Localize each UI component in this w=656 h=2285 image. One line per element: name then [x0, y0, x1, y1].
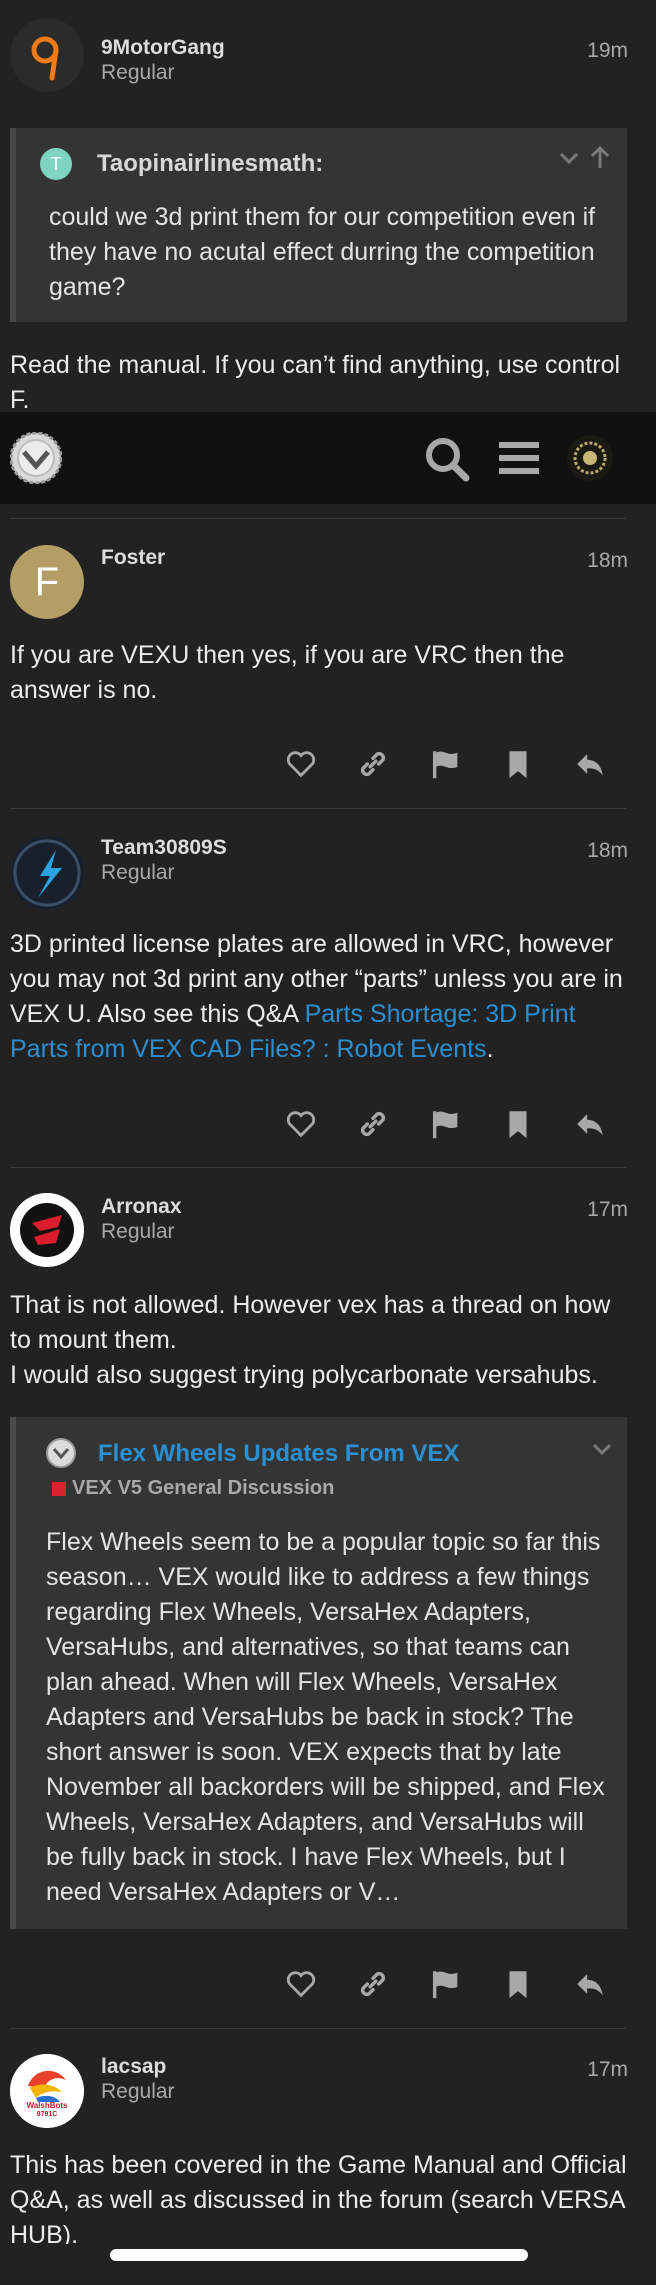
flag-icon[interactable]: [429, 1107, 465, 1143]
post-body: If you are VEXU then yes, if you are VRC…: [10, 641, 565, 704]
site-header: [0, 412, 656, 504]
post-body: That is not allowed. However vex has a t…: [10, 1288, 630, 1393]
post-actions: [0, 747, 656, 791]
post-time[interactable]: 17m: [587, 2058, 628, 2082]
quote-block: T Taopinairlinesmath: could we 3d print …: [10, 128, 627, 322]
site-logo[interactable]: [9, 431, 63, 485]
post-actions: [0, 1107, 656, 1151]
flag-icon[interactable]: [429, 1967, 465, 2003]
username[interactable]: Foster: [101, 546, 165, 570]
bookmark-icon[interactable]: [501, 747, 537, 783]
post-body-line: That is not allowed. However vex has a t…: [10, 1291, 611, 1354]
bookmark-icon[interactable]: [501, 1107, 537, 1143]
reply-icon[interactable]: [573, 1107, 609, 1143]
avatar[interactable]: [10, 18, 84, 92]
user-title: Regular: [101, 61, 175, 84]
post-time[interactable]: 19m: [587, 39, 628, 63]
category-color-square: [52, 1481, 66, 1496]
arrow-up-icon[interactable]: [588, 144, 612, 170]
divider: [10, 1167, 626, 1168]
avatar[interactable]: F: [10, 545, 84, 619]
reply-icon[interactable]: [573, 747, 609, 783]
divider: [10, 518, 626, 519]
avatar-text: 9791C: [36, 2111, 58, 2118]
heart-icon[interactable]: [284, 1107, 320, 1143]
hamburger-menu-icon[interactable]: [499, 440, 539, 476]
chevron-down-icon[interactable]: [557, 146, 581, 170]
category-badge[interactable]: VEX V5 General Discussion: [52, 1477, 334, 1503]
heart-icon[interactable]: [284, 747, 320, 783]
post-body-line: I would also suggest trying polycarbonat…: [10, 1361, 598, 1389]
topic-logo-icon: [46, 1438, 76, 1468]
category-name: VEX V5 General Discussion: [72, 1477, 335, 1499]
post-actions: [0, 1967, 656, 2011]
user-avatar[interactable]: [567, 435, 613, 481]
divider: [10, 2028, 626, 2029]
avatar-text: WalshBots: [26, 2101, 68, 2110]
quote-text: could we 3d print them for our competiti…: [49, 203, 596, 301]
post-time[interactable]: 17m: [587, 1198, 628, 1222]
avatar[interactable]: [10, 836, 84, 910]
avatar[interactable]: WalshBots 9791C: [10, 2054, 84, 2128]
onebox-title[interactable]: Flex Wheels Updates From VEX: [98, 1440, 459, 1468]
user-title: Regular: [101, 2080, 175, 2103]
post-body: Read the manual. If you can’t find anyth…: [10, 351, 621, 412]
post-time[interactable]: 18m: [587, 839, 628, 863]
reply-icon[interactable]: [573, 1967, 609, 2003]
link-icon[interactable]: [356, 747, 392, 783]
flag-icon[interactable]: [429, 747, 465, 783]
username[interactable]: Arronax: [101, 1195, 182, 1219]
avatar[interactable]: [10, 1193, 84, 1267]
link-icon[interactable]: [356, 1107, 392, 1143]
post-body: This has been covered in the Game Manual…: [10, 2151, 627, 2244]
bookmark-icon[interactable]: [501, 1967, 537, 2003]
post-body: 3D printed license plates are allowed in…: [10, 927, 630, 1067]
onebox-excerpt: Flex Wheels seem to be a popular topic s…: [46, 1528, 605, 1906]
post-time[interactable]: 18m: [587, 549, 628, 573]
quote-avatar: T: [40, 148, 72, 180]
divider: [10, 808, 626, 809]
username[interactable]: lacsap: [101, 2055, 166, 2079]
post-body-suffix: .: [486, 1035, 494, 1063]
chevron-down-icon[interactable]: [590, 1437, 614, 1461]
home-indicator[interactable]: [110, 2249, 528, 2261]
username[interactable]: 9MotorGang: [101, 36, 225, 60]
search-icon[interactable]: [424, 436, 470, 482]
user-title: Regular: [101, 861, 175, 884]
heart-icon[interactable]: [284, 1967, 320, 2003]
onebox-card[interactable]: Flex Wheels Updates From VEX VEX V5 Gene…: [10, 1417, 627, 1929]
user-title: Regular: [101, 1220, 175, 1243]
username[interactable]: Team30809S: [101, 836, 227, 860]
link-icon[interactable]: [356, 1967, 392, 2003]
quote-author: Taopinairlinesmath:: [97, 150, 324, 177]
